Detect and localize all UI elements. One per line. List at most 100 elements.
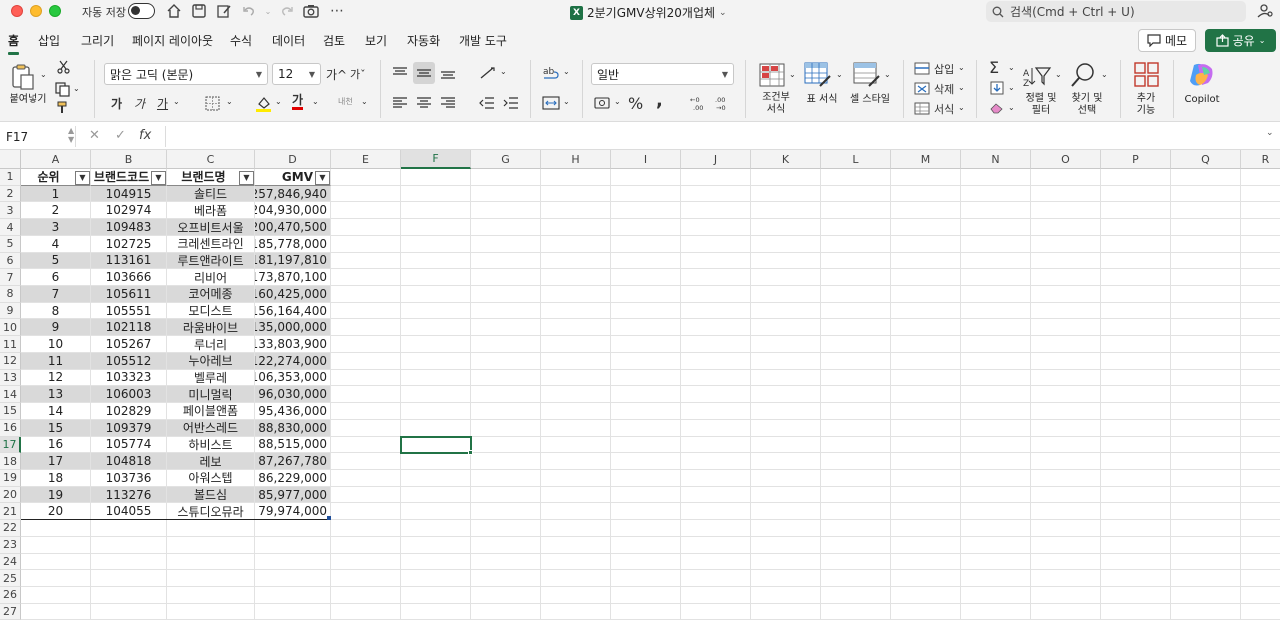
table-cell-brand-name[interactable]: 크레센트라인	[167, 235, 255, 253]
table-cell-rank[interactable]: 14	[21, 403, 91, 420]
table-cell-brand-code[interactable]: 104818	[91, 453, 167, 470]
table-cell-brand-code[interactable]: 105774	[91, 436, 167, 454]
cell[interactable]	[611, 603, 681, 621]
cell[interactable]	[611, 453, 681, 470]
copy-dropdown-icon[interactable]: ⌄	[73, 84, 80, 93]
cell[interactable]	[681, 486, 751, 504]
cell[interactable]	[961, 219, 1031, 236]
cell[interactable]	[961, 419, 1031, 437]
cell[interactable]	[1171, 219, 1241, 236]
cell[interactable]	[961, 235, 1031, 253]
cell[interactable]	[961, 369, 1031, 387]
cell[interactable]	[401, 520, 471, 537]
cell[interactable]	[611, 403, 681, 420]
cell[interactable]	[1241, 420, 1280, 437]
cell[interactable]	[821, 587, 891, 604]
cell[interactable]	[611, 302, 681, 320]
align-middle-icon[interactable]	[413, 62, 435, 84]
cell[interactable]	[891, 269, 961, 287]
cell[interactable]	[1241, 453, 1280, 470]
table-cell-rank[interactable]: 1	[21, 185, 91, 203]
cell[interactable]	[821, 386, 891, 404]
column-header-r[interactable]: R	[1241, 150, 1280, 169]
row-header[interactable]: 10	[0, 319, 21, 337]
cell[interactable]	[541, 536, 611, 554]
cell[interactable]	[961, 503, 1031, 521]
row-header[interactable]: 11	[0, 336, 21, 353]
cell[interactable]	[331, 219, 401, 236]
cell[interactable]	[1031, 302, 1101, 320]
insert-cells-dropdown-icon[interactable]: ⌄	[958, 63, 965, 72]
search-box[interactable]: 검색(Cmd + Ctrl + U)	[986, 1, 1246, 22]
cell[interactable]	[401, 185, 471, 203]
cell[interactable]	[1241, 353, 1280, 370]
increase-indent-icon[interactable]	[502, 94, 520, 112]
cell[interactable]	[331, 185, 401, 203]
cell[interactable]	[401, 436, 471, 454]
row-header[interactable]: 19	[0, 469, 21, 487]
cell[interactable]	[961, 336, 1031, 353]
cell[interactable]	[1241, 604, 1280, 621]
cell[interactable]	[751, 319, 821, 337]
table-cell-brand-name[interactable]: 아워스텝	[167, 469, 255, 487]
column-header-a[interactable]: A	[21, 150, 91, 169]
row-header[interactable]: 22	[0, 520, 21, 537]
cell[interactable]	[471, 553, 541, 571]
table-cell-rank[interactable]: 2	[21, 202, 91, 220]
cell[interactable]	[891, 286, 961, 303]
table-cell-brand-code[interactable]: 113276	[91, 486, 167, 504]
row-header[interactable]: 15	[0, 403, 21, 420]
cell[interactable]	[681, 369, 751, 387]
format-as-table-icon[interactable]	[804, 62, 832, 88]
cell[interactable]	[681, 503, 751, 521]
cell[interactable]	[331, 570, 401, 587]
cell[interactable]	[1171, 336, 1241, 353]
cell[interactable]	[681, 352, 751, 370]
cell[interactable]	[1031, 520, 1101, 537]
home-icon[interactable]	[165, 2, 183, 20]
undo-dropdown-icon[interactable]: ⌄	[259, 2, 277, 20]
minimize-window-button[interactable]	[30, 5, 42, 17]
column-header-q[interactable]: Q	[1171, 150, 1241, 169]
row-header[interactable]: 16	[0, 419, 21, 437]
cell[interactable]	[891, 520, 961, 537]
cell[interactable]	[611, 536, 681, 554]
cell[interactable]	[681, 235, 751, 253]
cell[interactable]	[1171, 202, 1241, 220]
autosave-toggle[interactable]	[128, 3, 155, 19]
table-cell-rank[interactable]: 6	[21, 269, 91, 287]
column-header-o[interactable]: O	[1031, 150, 1101, 169]
cell[interactable]	[751, 185, 821, 203]
cell[interactable]	[1101, 419, 1171, 437]
cell[interactable]	[91, 520, 167, 537]
table-cell-brand-name[interactable]: 누아레브	[167, 352, 255, 370]
cell[interactable]	[1241, 437, 1280, 454]
cell[interactable]	[331, 336, 401, 353]
cell[interactable]	[821, 436, 891, 454]
cell[interactable]	[1171, 587, 1241, 604]
cell[interactable]	[681, 269, 751, 287]
cell[interactable]	[751, 252, 821, 270]
table-cell-brand-name[interactable]: 루트앤라이트	[167, 252, 255, 270]
cell[interactable]	[331, 252, 401, 270]
cell[interactable]	[541, 185, 611, 203]
redo-icon[interactable]	[278, 2, 296, 20]
cell[interactable]	[611, 286, 681, 303]
cell[interactable]	[1171, 185, 1241, 203]
cell[interactable]	[611, 469, 681, 487]
cell[interactable]	[751, 386, 821, 404]
cell[interactable]	[331, 302, 401, 320]
cell[interactable]	[891, 453, 961, 470]
table-cell-rank[interactable]: 17	[21, 453, 91, 470]
row-header[interactable]: 4	[0, 219, 21, 236]
cell[interactable]	[541, 286, 611, 303]
cell[interactable]	[401, 603, 471, 621]
cell[interactable]	[331, 419, 401, 437]
cancel-entry-icon[interactable]: ✕	[89, 128, 100, 143]
addins-icon[interactable]	[1134, 62, 1160, 88]
cell[interactable]	[821, 352, 891, 370]
filter-dropdown-icon[interactable]: ▼	[75, 170, 90, 185]
cell[interactable]	[1171, 369, 1241, 387]
cell[interactable]	[611, 486, 681, 504]
comma-style-button[interactable]: ,	[656, 90, 663, 111]
